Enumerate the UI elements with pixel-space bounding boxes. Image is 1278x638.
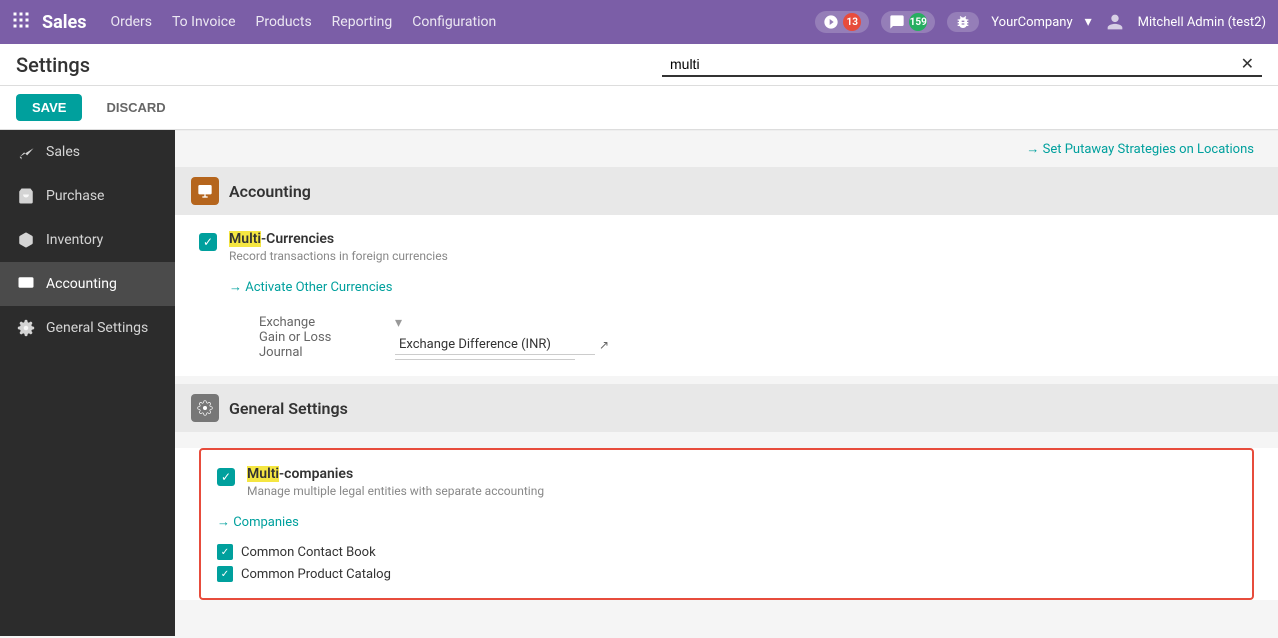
- menu-to-invoice[interactable]: To Invoice: [172, 14, 236, 30]
- sidebar-sales-label: Sales: [46, 144, 80, 160]
- general-section-title: General Settings: [229, 399, 348, 418]
- sidebar-item-inventory[interactable]: Inventory: [0, 218, 175, 262]
- app-brand: Sales: [42, 12, 86, 33]
- discard-button[interactable]: DISCARD: [90, 94, 181, 121]
- multi-currencies-text: Multi-Currencies Record transactions in …: [229, 231, 1254, 263]
- sidebar-inventory-label: Inventory: [46, 232, 103, 248]
- journal-value: Exchange Difference (INR): [395, 335, 595, 355]
- save-button[interactable]: SAVE: [16, 94, 82, 121]
- box-icon: [16, 230, 36, 250]
- menu-products[interactable]: Products: [256, 14, 312, 30]
- grid-icon[interactable]: [12, 11, 30, 33]
- menu-orders[interactable]: Orders: [110, 14, 152, 30]
- menu-configuration[interactable]: Configuration: [412, 14, 496, 30]
- multi-companies-item: ✓ Multi-companies Manage multiple legal …: [217, 466, 1236, 498]
- settings-content: → Set Putaway Strategies on Locations Ac…: [175, 130, 1278, 636]
- main-layout: Sales Purchase Inventory Accounting Gene…: [0, 130, 1278, 636]
- search-icon: ✕: [1241, 54, 1254, 73]
- top-menu: Orders To Invoice Products Reporting Con…: [110, 14, 815, 30]
- exchange-label: Exchange: [259, 315, 379, 330]
- multi-currencies-desc: Record transactions in foreign currencie…: [229, 249, 1254, 263]
- gear-icon: [16, 318, 36, 338]
- general-settings: ✓ Multi-companies Manage multiple legal …: [175, 448, 1278, 600]
- multi-companies-label: Multi-companies: [247, 466, 1236, 482]
- activate-currencies-link[interactable]: → Activate Other Currencies: [229, 279, 392, 295]
- multi-currencies-label: Multi-Currencies: [229, 231, 1254, 247]
- multi-companies-checkbox[interactable]: ✓: [217, 468, 235, 486]
- general-section-icon: [191, 394, 219, 422]
- journal-label: Journal: [259, 345, 379, 360]
- accounting-icon: [16, 274, 36, 294]
- topnav-right: 13 159 YourCompany ▾ Mitchell Admin (tes…: [815, 11, 1266, 33]
- companies-link[interactable]: → Companies: [217, 514, 299, 530]
- putaway-link[interactable]: → Set Putaway Strategies on Locations: [1026, 141, 1254, 157]
- common-product-row: ✓ Common Product Catalog: [217, 566, 1236, 582]
- common-product-checkbox[interactable]: ✓: [217, 566, 233, 582]
- messages-badge[interactable]: 159: [881, 11, 935, 33]
- sidebar-purchase-label: Purchase: [46, 188, 104, 204]
- common-contact-checkbox[interactable]: ✓: [217, 544, 233, 560]
- sidebar-general-label: General Settings: [46, 320, 148, 336]
- cart-icon: [16, 186, 36, 206]
- sidebar-item-general[interactable]: General Settings: [0, 306, 175, 350]
- page-title: Settings: [16, 53, 662, 77]
- messages-count: 159: [909, 13, 927, 31]
- user-name[interactable]: Mitchell Admin (test2): [1138, 15, 1266, 30]
- multi-companies-desc: Manage multiple legal entities with sepa…: [247, 484, 1236, 498]
- external-link-icon[interactable]: ↗: [599, 338, 609, 352]
- activity-count: 13: [843, 13, 861, 31]
- general-section-header: General Settings: [175, 384, 1278, 432]
- settings-header: Settings ✕: [0, 44, 1278, 86]
- exchange-field-row: Exchange Gain or Loss Journal ▾ Exchange…: [259, 315, 1254, 360]
- common-product-label: Common Product Catalog: [241, 567, 391, 582]
- menu-reporting[interactable]: Reporting: [332, 14, 393, 30]
- search-bar: ✕: [662, 52, 1262, 77]
- multi-companies-text: Multi-companies Manage multiple legal en…: [247, 466, 1236, 498]
- top-navigation: Sales Orders To Invoice Products Reporti…: [0, 0, 1278, 44]
- putaway-link-section: → Set Putaway Strategies on Locations: [175, 130, 1278, 167]
- sidebar-item-accounting[interactable]: Accounting: [0, 262, 175, 306]
- chart-icon: [16, 142, 36, 162]
- search-input[interactable]: [670, 56, 1241, 72]
- accounting-section-header: Accounting: [175, 167, 1278, 215]
- multi-currencies-row: ✓ Multi-Currencies Record transactions i…: [175, 215, 1278, 376]
- multi-currencies-checkbox[interactable]: ✓: [199, 233, 217, 251]
- toolbar: SAVE DISCARD: [0, 86, 1278, 130]
- journal-value-group: Exchange Difference (INR) ↗: [395, 335, 609, 355]
- multi-currencies-item: ✓ Multi-Currencies Record transactions i…: [199, 231, 1254, 263]
- exchange-section: Exchange Gain or Loss Journal ▾ Exchange…: [259, 315, 1254, 360]
- sidebar: Sales Purchase Inventory Accounting Gene…: [0, 130, 175, 636]
- common-contact-label: Common Contact Book: [241, 545, 376, 560]
- sidebar-accounting-label: Accounting: [46, 276, 117, 292]
- common-contact-row: ✓ Common Contact Book: [217, 544, 1236, 560]
- exchange-dropdown-arrow: ▾: [395, 315, 609, 331]
- bug-icon-badge[interactable]: [947, 12, 979, 32]
- sidebar-item-sales[interactable]: Sales: [0, 130, 175, 174]
- accounting-section-icon: [191, 177, 219, 205]
- accounting-settings: ✓ Multi-Currencies Record transactions i…: [175, 215, 1278, 376]
- accounting-section-title: Accounting: [229, 182, 311, 201]
- multi-companies-highlight-box: ✓ Multi-companies Manage multiple legal …: [199, 448, 1254, 600]
- user-avatar-icon: [1104, 11, 1126, 33]
- gain-loss-label: Gain or Loss: [259, 330, 379, 345]
- sidebar-item-purchase[interactable]: Purchase: [0, 174, 175, 218]
- company-name[interactable]: YourCompany: [991, 15, 1072, 30]
- activity-badge[interactable]: 13: [815, 11, 869, 33]
